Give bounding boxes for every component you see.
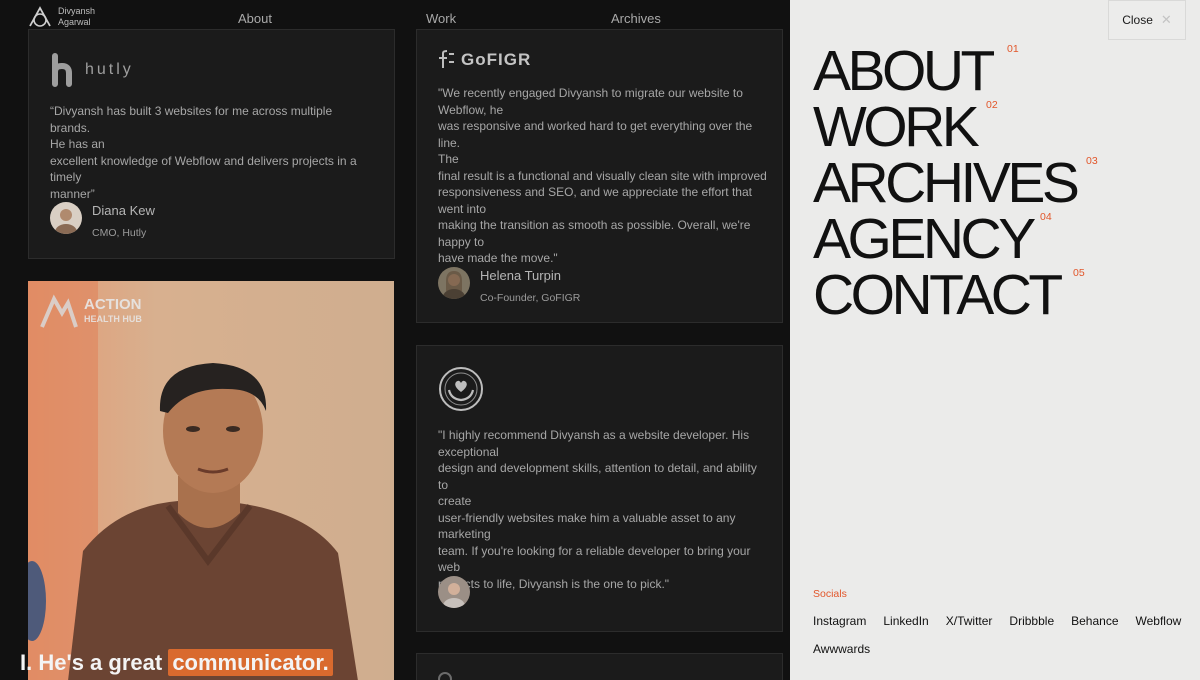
social-link-awwwards[interactable]: Awwwards (813, 642, 870, 656)
menu-item-number: 02 (986, 99, 998, 111)
logo-text: Divyansh Agarwal (58, 6, 95, 28)
video-frame (28, 281, 394, 680)
menu-item-number: 01 (1007, 43, 1019, 55)
close-label: Close (1122, 13, 1153, 27)
menu-item-number: 04 (1040, 211, 1052, 223)
video-brand-line-1: ACTION (84, 296, 142, 313)
social-link-behance[interactable]: Behance (1071, 614, 1118, 628)
testimonial-quote: "We recently engaged Divyansh to migrate… (438, 86, 767, 265)
brand-logo-icon (438, 672, 452, 680)
close-icon: ✕ (1160, 12, 1172, 27)
social-link-instagram[interactable]: Instagram (813, 614, 866, 628)
menu-item-archives[interactable]: ARCHIVES 03 (813, 155, 1098, 212)
logo-mark-icon (29, 6, 51, 27)
author-role: Co-Founder, GoFIGR (480, 292, 581, 304)
testimonial-card-3: "I highly recommend Divyansh as a websit… (416, 345, 783, 632)
video-testimonial[interactable]: ACTION HEALTH HUB (28, 281, 394, 680)
video-brand-line-2: HEALTH HUB (84, 314, 142, 324)
nav-link-work[interactable]: Work (426, 11, 456, 26)
nav-link-about[interactable]: About (238, 11, 272, 26)
caption-highlight: communicator. (168, 649, 333, 676)
page: Divyansh Agarwal About Work Archives hut… (0, 0, 1200, 680)
avatar (438, 267, 470, 299)
author-name: Helena Turpin (480, 268, 561, 283)
socials-list: Instagram LinkedIn X/Twitter Dribbble Be… (813, 614, 1193, 656)
menu-item-agency[interactable]: AGENCY 04 (813, 211, 1076, 268)
hutly-logo: hutly (49, 52, 134, 88)
testimonial-card-gofigr: GoFIGR "We recently engaged Divyansh to … (416, 29, 783, 323)
testimonial-quote: “Divyansh has built 3 websites for me ac… (50, 104, 357, 201)
caption-text: I. He's a great (20, 650, 163, 675)
menu-item-label: WORK (813, 95, 980, 159)
testimonial-quote: "I highly recommend Divyansh as a websit… (438, 428, 757, 591)
menu-item-about[interactable]: ABOUT 01 (813, 43, 1076, 100)
menu-item-contact[interactable]: CONTACT 05 (813, 267, 1085, 324)
site-logo[interactable]: Divyansh Agarwal (28, 6, 95, 28)
menu-item-label: AGENCY (813, 207, 1036, 271)
gofigr-wordmark: GoFIGR (461, 50, 532, 69)
menu-item-label: ARCHIVES (813, 151, 1080, 215)
avatar (438, 576, 470, 608)
menu-item-label: ABOUT (813, 39, 995, 103)
menu-panel: Close ✕ ABOUT 01 WORK 02 ARCHIVES 03 AGE… (790, 0, 1200, 680)
close-button[interactable]: Close ✕ (1108, 0, 1186, 40)
avatar (50, 202, 82, 234)
author-role: CMO, Hutly (92, 227, 147, 239)
social-link-webflow[interactable]: Webflow (1136, 614, 1182, 628)
author-name: Diana Kew (92, 203, 155, 218)
hutly-logo-icon (52, 53, 72, 87)
testimonial-author: Diana Kew CMO, Hutly (50, 202, 155, 239)
logo-line-2: Agarwal (58, 17, 91, 27)
gofigr-logo-icon (439, 50, 454, 68)
socials-label: Socials (813, 588, 847, 600)
menu-item-label: CONTACT (813, 263, 1063, 327)
testimonial-card-4 (416, 653, 783, 680)
social-link-linkedin[interactable]: LinkedIn (883, 614, 928, 628)
menu-item-number: 05 (1073, 267, 1085, 279)
testimonial-card-hutly: hutly “Divyansh has built 3 websites for… (28, 29, 395, 259)
logo-line-1: Divyansh (58, 6, 96, 16)
testimonial-author: Helena Turpin Co-Founder, GoFIGR (438, 267, 580, 304)
main-menu: ABOUT 01 WORK 02 ARCHIVES 03 AGENCY 04 C… (813, 43, 1098, 324)
heart-hands-logo-icon (438, 366, 484, 417)
gofigr-logo: GoFIGR (438, 50, 531, 70)
social-link-x-twitter[interactable]: X/Twitter (946, 614, 993, 628)
site-background: Divyansh Agarwal About Work Archives hut… (0, 0, 790, 680)
hutly-wordmark: hutly (85, 61, 134, 78)
video-caption: I. He's a great communicator. (20, 649, 333, 676)
menu-item-work[interactable]: WORK 02 (813, 99, 1076, 156)
nav-link-archives[interactable]: Archives (611, 11, 661, 26)
menu-item-number: 03 (1086, 155, 1098, 167)
social-link-dribbble[interactable]: Dribbble (1009, 614, 1054, 628)
